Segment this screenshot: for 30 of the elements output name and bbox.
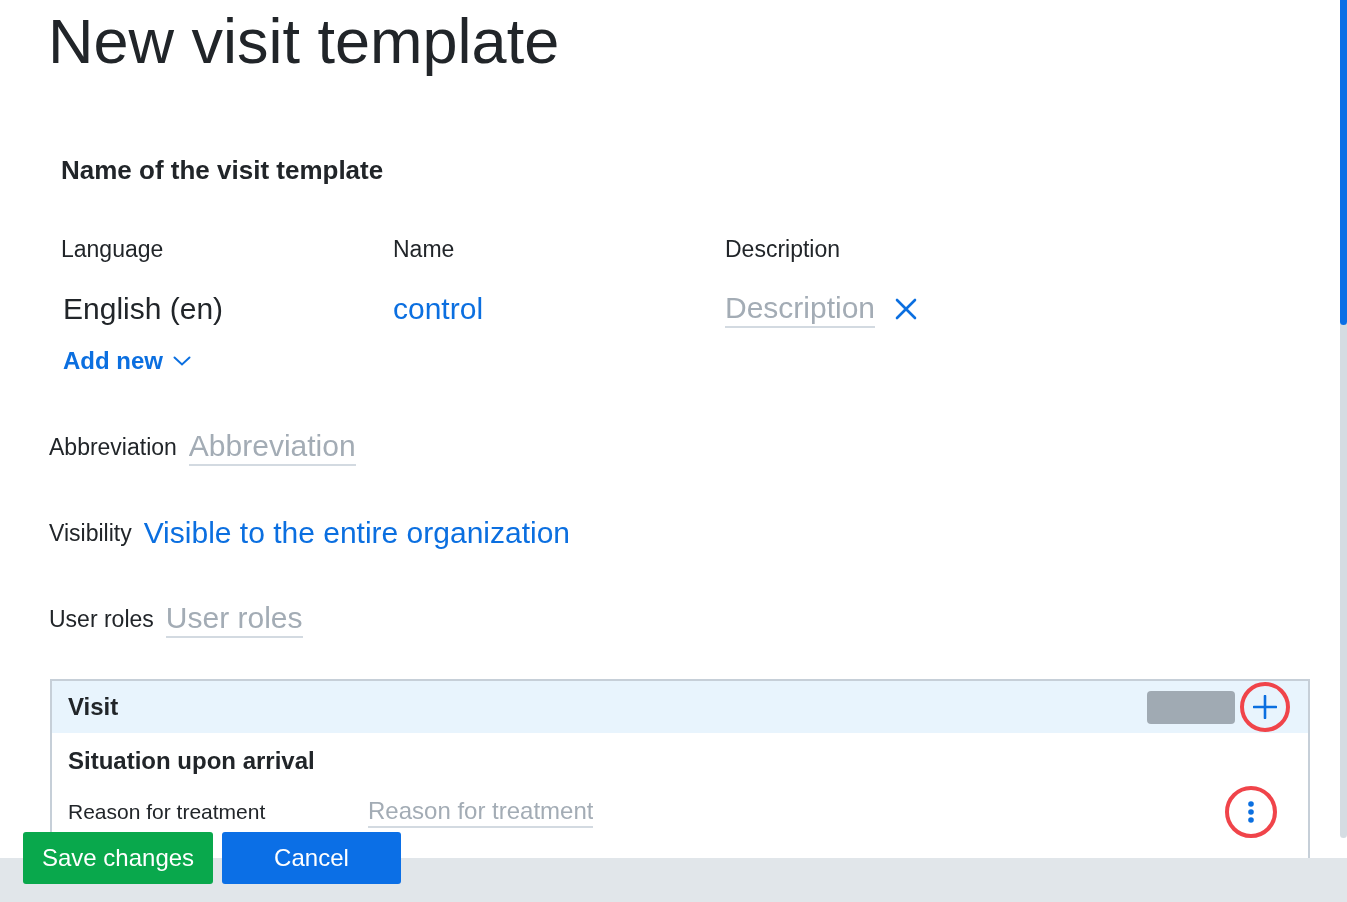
- scrollbar-track[interactable]: [1340, 0, 1347, 838]
- text-field[interactable]: Reason for treatment: [368, 796, 594, 828]
- description-field[interactable]: Description: [725, 290, 876, 328]
- column-header: Name: [393, 235, 455, 264]
- text-field[interactable]: Abbreviation: [188, 428, 356, 466]
- language-text: English (en): [62, 291, 224, 327]
- text-field[interactable]: User roles: [165, 600, 303, 638]
- remove-button[interactable]: [895, 298, 918, 320]
- field-label: Reason for treatment: [68, 800, 267, 824]
- name-link[interactable]: control: [393, 289, 484, 329]
- scrollbar-thumb[interactable]: [1340, 0, 1347, 325]
- field-label: Visibility: [48, 519, 132, 548]
- add-new-button[interactable]: Add new: [63, 345, 191, 377]
- section-title: Situation upon arrival: [67, 746, 316, 776]
- section-heading: Name of the visit template: [61, 154, 384, 187]
- more-button[interactable]: [1225, 786, 1277, 838]
- close-icon: [895, 298, 918, 320]
- plus-icon: [1253, 695, 1277, 719]
- column-header: Description: [725, 235, 841, 264]
- chevron-down-icon: [173, 356, 191, 366]
- cancel-button[interactable]: Cancel: [222, 832, 401, 884]
- vertical-dots-icon: [1248, 801, 1254, 823]
- visibility-link[interactable]: Visible to the entire organization: [143, 513, 571, 553]
- panel-title: Visit: [68, 693, 120, 721]
- save-button[interactable]: Save changes: [23, 832, 214, 884]
- page-title: New visit template: [48, 5, 560, 77]
- field-label: Abbreviation: [48, 433, 177, 462]
- field-label: User roles: [48, 605, 154, 634]
- column-header: Language: [61, 235, 164, 264]
- add-button[interactable]: [1240, 682, 1290, 732]
